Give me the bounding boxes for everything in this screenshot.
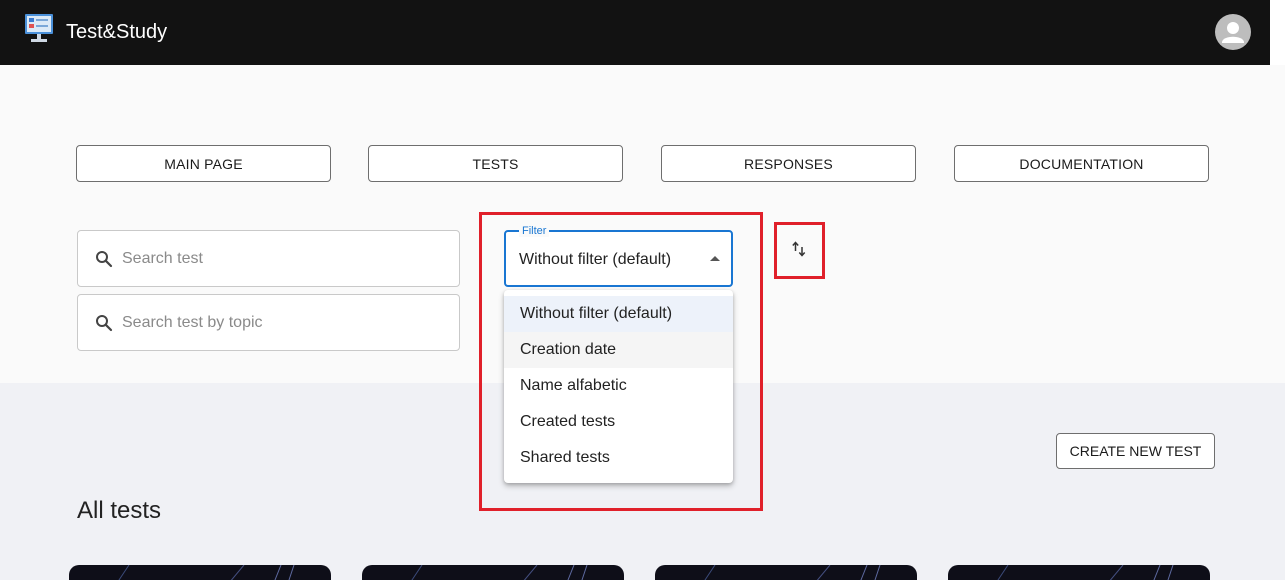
filter-option-shared-tests[interactable]: Shared tests — [504, 440, 733, 476]
filter-select[interactable]: Filter Without filter (default) — [504, 225, 733, 287]
nav-documentation-button[interactable]: DOCUMENTATION — [954, 145, 1209, 182]
search-icon — [96, 315, 113, 332]
search-topic-field[interactable] — [77, 294, 460, 351]
filter-option-name-alfabetic[interactable]: Name alfabetic — [504, 368, 733, 404]
search-test-field[interactable] — [77, 230, 460, 287]
filter-label: Filter — [519, 225, 550, 237]
nav-tests-button[interactable]: TESTS — [368, 145, 623, 182]
search-topic-input[interactable] — [122, 311, 442, 335]
filter-option-created-tests[interactable]: Created tests — [504, 404, 733, 440]
test-card[interactable] — [362, 565, 624, 580]
sort-toggle-button[interactable] — [785, 235, 813, 263]
section-title: All tests — [77, 497, 162, 524]
filter-dropdown-menu: Without filter (default) Creation date N… — [504, 290, 733, 483]
filter-option-without-filter[interactable]: Without filter (default) — [504, 296, 733, 332]
user-avatar-icon[interactable] — [1215, 14, 1251, 50]
test-card[interactable] — [69, 565, 331, 580]
computer-quiz-logo[interactable] — [24, 13, 54, 43]
filter-option-creation-date[interactable]: Creation date — [504, 332, 733, 368]
nav-main-page-button[interactable]: MAIN PAGE — [76, 145, 331, 182]
search-test-input[interactable] — [122, 247, 442, 271]
caret-up-icon — [710, 256, 720, 261]
app-bar: Test&Study — [0, 0, 1270, 65]
sort-arrows-icon — [792, 241, 806, 257]
app-title: Test&Study — [66, 21, 168, 43]
nav-responses-button[interactable]: RESPONSES — [661, 145, 916, 182]
filter-selected-value: Without filter (default) — [519, 251, 672, 268]
test-card[interactable] — [948, 565, 1210, 580]
create-new-test-button[interactable]: CREATE NEW TEST — [1056, 433, 1215, 469]
search-icon — [96, 251, 113, 268]
test-card[interactable] — [655, 565, 917, 580]
